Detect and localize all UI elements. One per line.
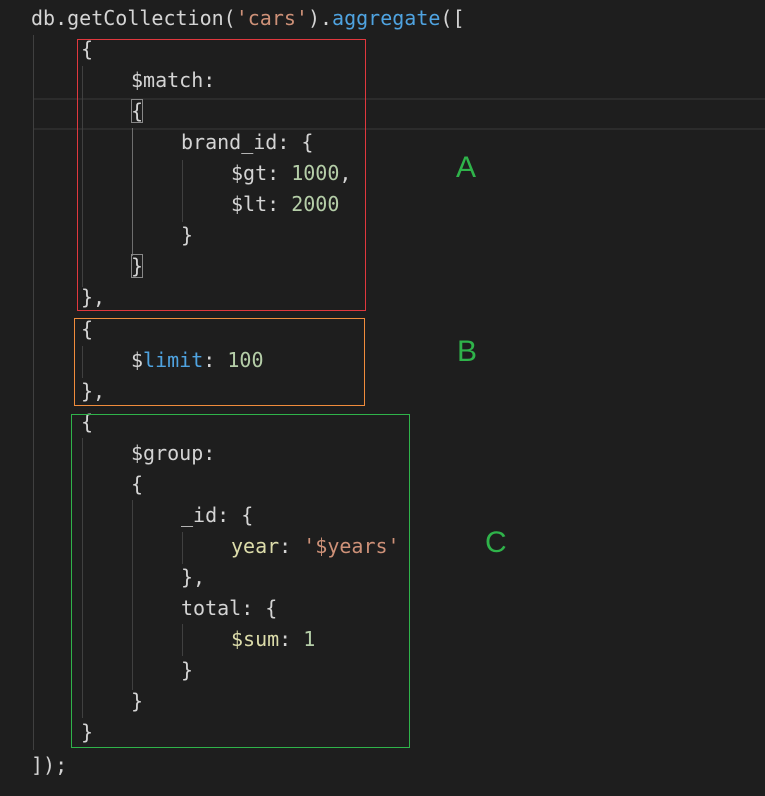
annotation-label-a: A [456, 151, 477, 184]
annotation-label-c: C [485, 526, 507, 559]
code-token: ]); [31, 753, 68, 777]
code-editor[interactable]: db.getCollection('cars').aggregate([ { $… [0, 0, 765, 796]
annotation-box-b [74, 318, 365, 406]
annotation-box-c [71, 414, 410, 748]
indent-guide [33, 35, 34, 750]
code-line-25[interactable]: ]); [31, 750, 67, 781]
annotation-label-b: B [457, 335, 478, 368]
code-token: ([ [440, 6, 465, 30]
code-token: ). [307, 6, 333, 30]
string-token: 'cars' [235, 6, 308, 30]
code-line-1[interactable]: db.getCollection('cars').aggregate([ [31, 3, 465, 34]
function-token: aggregate [332, 6, 441, 30]
code-token: db.getCollection( [31, 6, 236, 30]
annotation-box-a [77, 39, 366, 311]
